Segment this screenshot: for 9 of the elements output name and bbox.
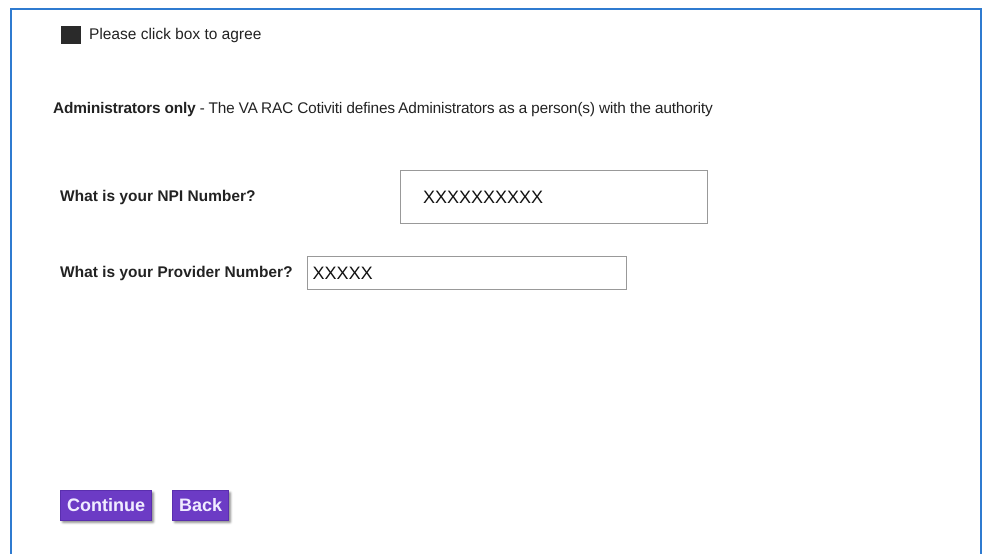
field-label: What is your Provider Number? xyxy=(60,264,293,282)
input-field[interactable]: XXXXXXXXXX xyxy=(400,170,708,224)
input-field[interactable]: XXXXX xyxy=(306,256,627,290)
agree-label: Please click box to agree xyxy=(89,26,262,44)
field-label: What is your NPI Number? xyxy=(60,188,256,206)
continue-button[interactable]: Continue xyxy=(60,490,152,521)
notice-text: Administrators only - The VA RAC Cotiviti defines Administrators as a person(s) with the authority xyxy=(53,100,714,118)
back-button[interactable]: Back xyxy=(172,490,230,521)
checkbox[interactable] xyxy=(61,26,81,44)
